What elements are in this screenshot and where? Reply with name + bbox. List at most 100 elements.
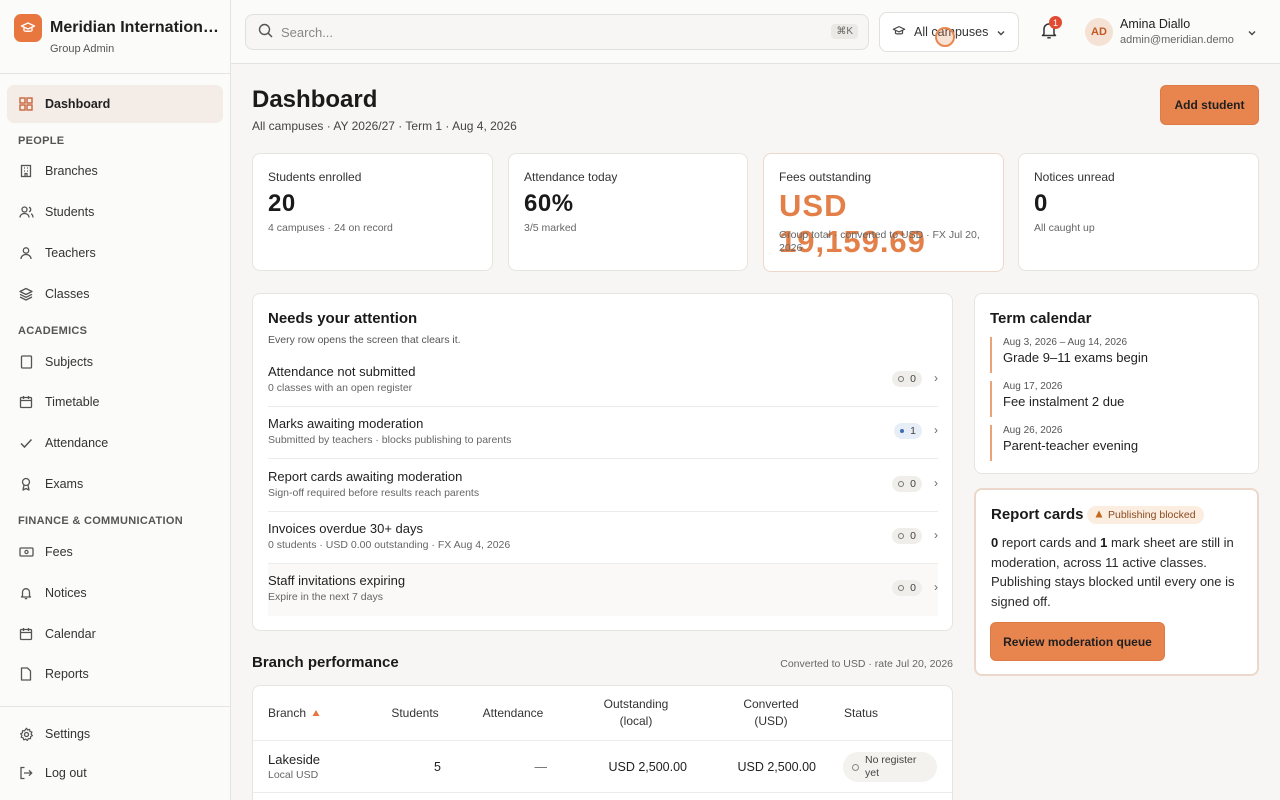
chevron-down-icon[interactable] [1247,26,1257,41]
sidebar-item-students[interactable]: Students [7,193,223,231]
attention-row-invoices[interactable]: Invoices overdue 30+ days 0 students · U… [268,512,938,564]
sidebar-item-label: Attendance [45,436,109,450]
branch-outstanding-local: USD 2,500.00 [608,760,687,774]
sidebar-item-fees[interactable]: Fees [7,533,223,571]
graduation-cap-icon [14,14,42,42]
sidebar-item-exams[interactable]: Exams [7,465,223,503]
sidebar-item-settings[interactable]: Settings [7,715,223,753]
sidebar-item-label: Notices [45,586,87,600]
topbar: ⌘K All campuses 1 AD Amina Diallo admin@… [231,0,1280,64]
stat-card-students[interactable]: Students enrolled 20 4 campuses · 24 on … [252,153,493,271]
bell-icon [1039,23,1059,43]
sidebar-item-label: Subjects [45,355,93,369]
calendar-icon [18,626,34,642]
sidebar-item-classes[interactable]: Classes [7,275,223,313]
column-header-attendance[interactable]: Attendance [478,705,548,722]
stat-note: Group total · converted to USD · FX Jul … [779,229,980,254]
review-moderation-queue-button[interactable]: Review moderation queue [990,622,1165,661]
stat-label: Attendance today [524,170,618,184]
report-cards-card: Report cards Publishing blocked 0 report… [974,488,1259,676]
brand[interactable]: Meridian International School Group Grou… [14,14,220,55]
user-name[interactable]: Amina Diallo [1120,17,1190,31]
brand-name: Meridian International School Group [50,19,220,36]
logout-icon [18,765,34,781]
sort-asc-icon [312,705,320,722]
sidebar-item-label: Dashboard [45,97,111,111]
brand-role: Group Admin [50,43,115,55]
count-value: 0 [910,530,916,542]
attention-row-invitations[interactable]: Staff invitations expiring Expire in the… [268,564,938,616]
branch-table: Branch Students Attendance Outstanding (… [252,685,953,800]
sidebar-item-calendar[interactable]: Calendar [7,615,223,653]
attention-subtitle: Every row opens the screen that clears i… [268,334,461,346]
table-divider [253,792,952,793]
column-header-label: Branch [268,706,307,720]
dot-icon [900,429,905,433]
stat-label: Students enrolled [268,170,362,184]
attention-title: Needs your attention [268,310,418,327]
column-header-branch[interactable]: Branch [268,705,320,722]
circle-icon [898,376,905,382]
avatar[interactable]: AD [1085,18,1113,46]
campus-select[interactable]: All campuses [879,12,1019,52]
sidebar-item-attendance[interactable]: Attendance [7,424,223,462]
check-icon [18,435,34,451]
status-text: No register yet [865,754,917,779]
sidebar-item-label: Fees [45,545,73,559]
summary-text-a: report cards and [998,535,1101,550]
calendar-item[interactable]: Aug 26, 2026 Parent-teacher evening [990,425,1240,461]
nav-section-academics: ACADEMICS [18,325,88,337]
report-cards-title: Report cards [991,506,1084,523]
nav-section-finance: FINANCE & COMMUNICATION [18,515,183,527]
calendar-item[interactable]: Aug 3, 2026 – Aug 14, 2026 Grade 9–11 ex… [990,337,1240,373]
users-icon [18,204,34,220]
row-subtitle: 0 classes with an open register [268,382,413,394]
circle-icon [852,763,859,771]
chevron-right-icon: › [934,580,938,594]
search-input[interactable] [281,24,801,40]
sidebar: Meridian International School Group Grou… [0,0,231,800]
sidebar-item-notices[interactable]: Notices [7,574,223,612]
count-value: 0 [910,478,916,490]
column-header-outstanding-local[interactable]: Outstanding (local) [598,696,674,730]
count-badge: 0 [892,371,922,387]
stat-value: 20 [268,190,296,217]
cursor-indicator [935,27,955,47]
add-student-button[interactable]: Add student [1160,85,1259,125]
attention-row-marks[interactable]: Marks awaiting moderation Submitted by t… [268,407,938,459]
calendar-item-date: Aug 26, 2026 [1003,425,1063,436]
branch-currency: Local USD [268,769,319,781]
sidebar-item-branches[interactable]: Branches [7,152,223,190]
sidebar-item-reports[interactable]: Reports [7,655,223,693]
term-calendar-card: Term calendar Aug 3, 2026 – Aug 14, 2026… [974,293,1259,474]
graduation-cap-icon [892,24,906,41]
sidebar-item-logout[interactable]: Log out [7,754,223,792]
stat-card-fees[interactable]: Fees outstanding USD 19,159.69 Group tot… [763,153,1004,272]
search-box[interactable]: ⌘K [245,14,869,50]
search-icon [258,23,273,41]
calendar-item[interactable]: Aug 17, 2026 Fee instalment 2 due [990,381,1240,417]
row-subtitle: Expire in the next 7 days [268,591,383,603]
sidebar-item-dashboard[interactable]: Dashboard [7,85,223,123]
column-header-converted[interactable]: Converted (USD) [733,696,809,730]
search-shortcut: ⌘K [831,24,858,39]
sidebar-item-label: Students [45,205,95,219]
sidebar-item-label: Reports [45,667,89,681]
branch-performance-note: Converted to USD · rate Jul 20, 2026 [780,658,953,670]
grid-icon [18,96,34,112]
attention-card: Needs your attention Every row opens the… [252,293,953,631]
column-header-status[interactable]: Status [833,705,889,722]
gear-icon [18,726,34,742]
stat-card-attendance[interactable]: Attendance today 60% 3/5 marked [508,153,748,271]
sidebar-item-teachers[interactable]: Teachers [7,234,223,272]
sidebar-item-subjects[interactable]: Subjects [7,343,223,381]
building-icon [18,163,34,179]
attention-row-attendance[interactable]: Attendance not submitted 0 classes with … [268,355,938,407]
branch-attendance: — [534,760,548,774]
sidebar-item-timetable[interactable]: Timetable [7,383,223,421]
count-badge: 0 [892,528,922,544]
stat-card-notices[interactable]: Notices unread 0 All caught up [1018,153,1259,271]
stat-note: All caught up [1034,222,1095,234]
column-header-students[interactable]: Students [389,705,441,722]
attention-row-report-cards[interactable]: Report cards awaiting moderation Sign-of… [268,460,938,512]
